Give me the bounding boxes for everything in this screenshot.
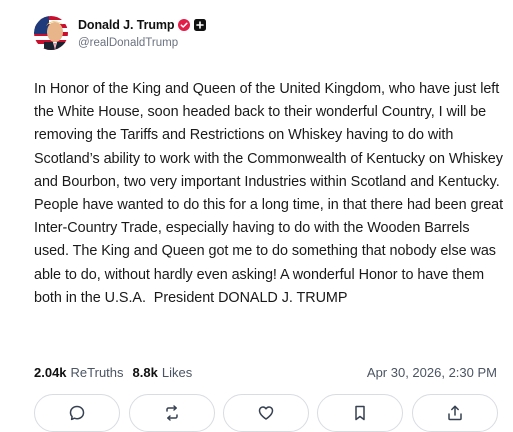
share-icon — [448, 405, 462, 421]
retruths-count[interactable]: 2.04k — [34, 365, 67, 380]
likes-label[interactable]: Likes — [162, 365, 192, 380]
action-bar — [34, 394, 512, 432]
post-stats: 2.04k ReTruths 8.8k Likes — [34, 365, 192, 380]
avatar-image — [34, 16, 68, 50]
author-name-row: Donald J. Trump — [78, 17, 207, 34]
heart-icon — [258, 406, 274, 420]
post-card: Donald J. Trump @realDonaldTrump In Hono… — [0, 0, 513, 432]
bookmark-button[interactable] — [317, 394, 403, 432]
retruth-button[interactable] — [129, 394, 215, 432]
author-identity: Donald J. Trump @realDonaldTrump — [78, 17, 207, 50]
likes-count[interactable]: 8.8k — [133, 365, 158, 380]
post-header: Donald J. Trump @realDonaldTrump — [34, 16, 207, 50]
post-text: In Honor of the King and Queen of the Un… — [34, 81, 508, 306]
bookmark-icon — [355, 405, 365, 421]
verified-badge-icon — [178, 19, 191, 32]
author-name[interactable]: Donald J. Trump — [78, 19, 175, 32]
retruth-icon — [166, 405, 178, 421]
share-button[interactable] — [412, 394, 498, 432]
like-button[interactable] — [223, 394, 309, 432]
plus-badge-icon — [194, 19, 207, 32]
comment-icon — [69, 405, 85, 421]
retruths-label[interactable]: ReTruths — [71, 365, 124, 380]
post-timestamp[interactable]: Apr 30, 2026, 2:30 PM — [367, 365, 497, 380]
reply-button[interactable] — [34, 394, 120, 432]
author-handle[interactable]: @realDonaldTrump — [78, 37, 206, 50]
avatar[interactable] — [34, 16, 68, 50]
